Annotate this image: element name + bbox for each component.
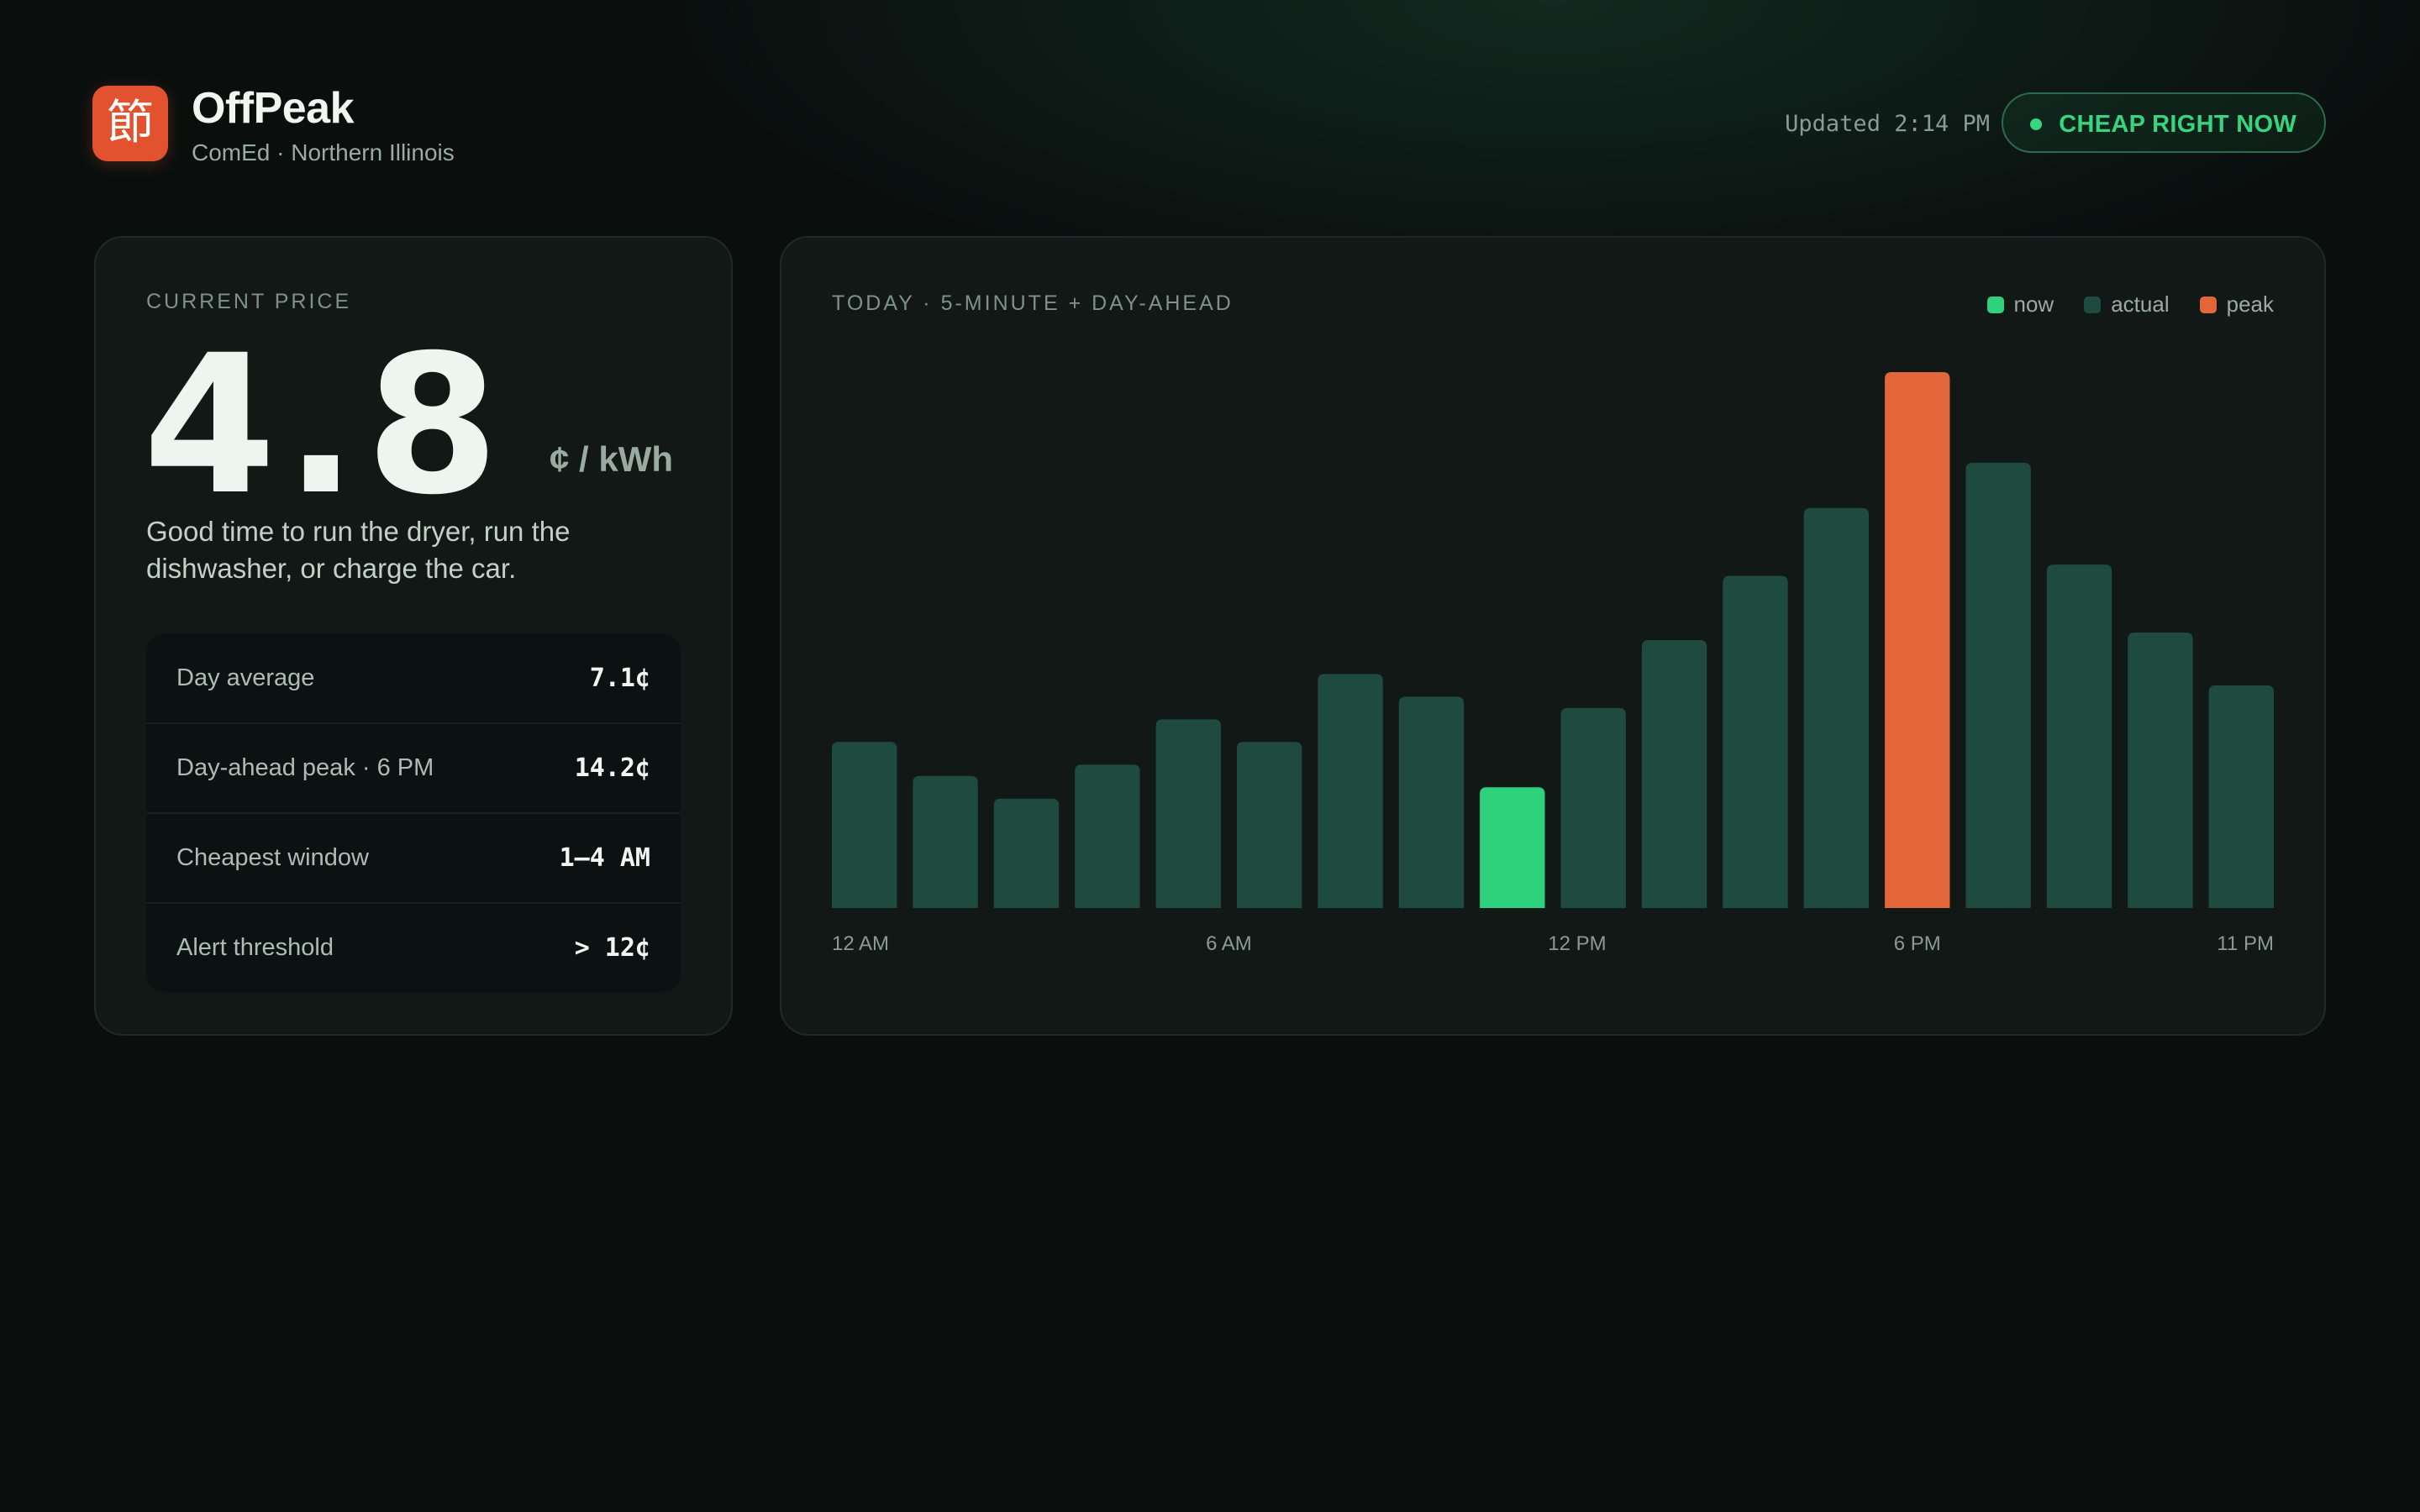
chart-bar-actual[interactable] bbox=[1803, 507, 1870, 908]
current-price-label: CURRENT PRICE bbox=[146, 290, 352, 313]
stat-row-day-ahead-peak: Day-ahead peak · 6 PM 14.2¢ bbox=[146, 724, 681, 814]
chart-bar-actual[interactable] bbox=[993, 798, 1060, 908]
price-stats-list: Day average 7.1¢ Day-ahead peak · 6 PM 1… bbox=[146, 634, 681, 992]
app-header: 節 OffPeak ComEd · Northern Illinois Upda… bbox=[92, 84, 2326, 165]
app-logo-icon: 節 bbox=[92, 86, 168, 161]
price-chart-card: TODAY · 5-MINUTE + DAY-AHEAD now actual pe… bbox=[780, 236, 2326, 1036]
price-advice: Good time to run the dryer, run the dish… bbox=[146, 516, 571, 584]
chart-bar-actual[interactable] bbox=[1155, 719, 1221, 908]
chart-bar-actual[interactable] bbox=[2128, 633, 2193, 908]
chart-bar-actual[interactable] bbox=[1965, 462, 2031, 908]
stat-row-alert-threshold[interactable]: Alert threshold > 12¢ bbox=[146, 904, 681, 992]
stat-value: 14.2¢ bbox=[574, 753, 650, 783]
bars-layer bbox=[832, 372, 2274, 908]
current-price-value: 4.8 bbox=[143, 313, 508, 537]
chart-bar-actual[interactable] bbox=[1318, 674, 1383, 908]
chart-bar-peak[interactable] bbox=[1885, 372, 1950, 908]
stat-row-day-average: Day average 7.1¢ bbox=[146, 634, 681, 724]
x-tick-label: 6 AM bbox=[1206, 932, 1252, 955]
price-bar-chart: 12 AM 6 AM 12 PM 6 PM 11 PM bbox=[832, 372, 2274, 955]
chart-bar-actual[interactable] bbox=[832, 742, 897, 908]
stat-value: > 12¢ bbox=[574, 933, 650, 963]
status-dot-icon bbox=[2030, 118, 2043, 130]
utility-region: ComEd · Northern Illinois bbox=[192, 139, 455, 165]
status-badge[interactable]: CHEAP RIGHT NOW bbox=[2002, 92, 2326, 153]
stat-label: Day-ahead peak · 6 PM bbox=[176, 754, 434, 781]
chart-bar-actual[interactable] bbox=[1560, 707, 1626, 908]
stat-label: Cheapest window bbox=[176, 844, 369, 871]
x-tick-label: 12 PM bbox=[1548, 932, 1606, 955]
updated-timestamp: Updated 2:14 PM bbox=[1785, 111, 1990, 137]
stat-value: 7.1¢ bbox=[589, 664, 650, 693]
x-tick-label: 12 AM bbox=[832, 932, 889, 955]
chart-bar-actual[interactable] bbox=[2046, 564, 2112, 908]
chart-bar-actual[interactable] bbox=[1236, 742, 1302, 908]
stat-row-cheapest-window: Cheapest window 1–4 AM bbox=[146, 814, 681, 904]
ticks-layer: 12 AM 6 AM 12 PM 6 PM 11 PM bbox=[832, 932, 2274, 955]
app-name: OffPeak bbox=[192, 84, 355, 133]
chart-bar-actual[interactable] bbox=[1075, 764, 1140, 908]
chart-bar-actual[interactable] bbox=[1723, 575, 1788, 908]
chart-bar-actual[interactable] bbox=[2208, 685, 2274, 908]
stat-label: Alert threshold bbox=[176, 934, 334, 961]
chart-bar-actual[interactable] bbox=[913, 775, 978, 908]
x-tick-label: 11 PM bbox=[2217, 932, 2274, 955]
current-price-card: CURRENT PRICE 4.8 ¢ / kWh Good time to r… bbox=[94, 236, 733, 1036]
stat-label: Day average bbox=[176, 664, 315, 691]
chart-bar-actual[interactable] bbox=[1641, 640, 1707, 908]
chart-bar-actual[interactable] bbox=[1398, 696, 1465, 908]
x-tick-label: 6 PM bbox=[1894, 932, 1941, 955]
chart-bar-now[interactable] bbox=[1480, 787, 1545, 908]
stat-value: 1–4 AM bbox=[559, 843, 650, 873]
status-badge-label: CHEAP RIGHT NOW bbox=[2059, 111, 2296, 138]
price-unit: ¢ / kWh bbox=[550, 439, 674, 479]
